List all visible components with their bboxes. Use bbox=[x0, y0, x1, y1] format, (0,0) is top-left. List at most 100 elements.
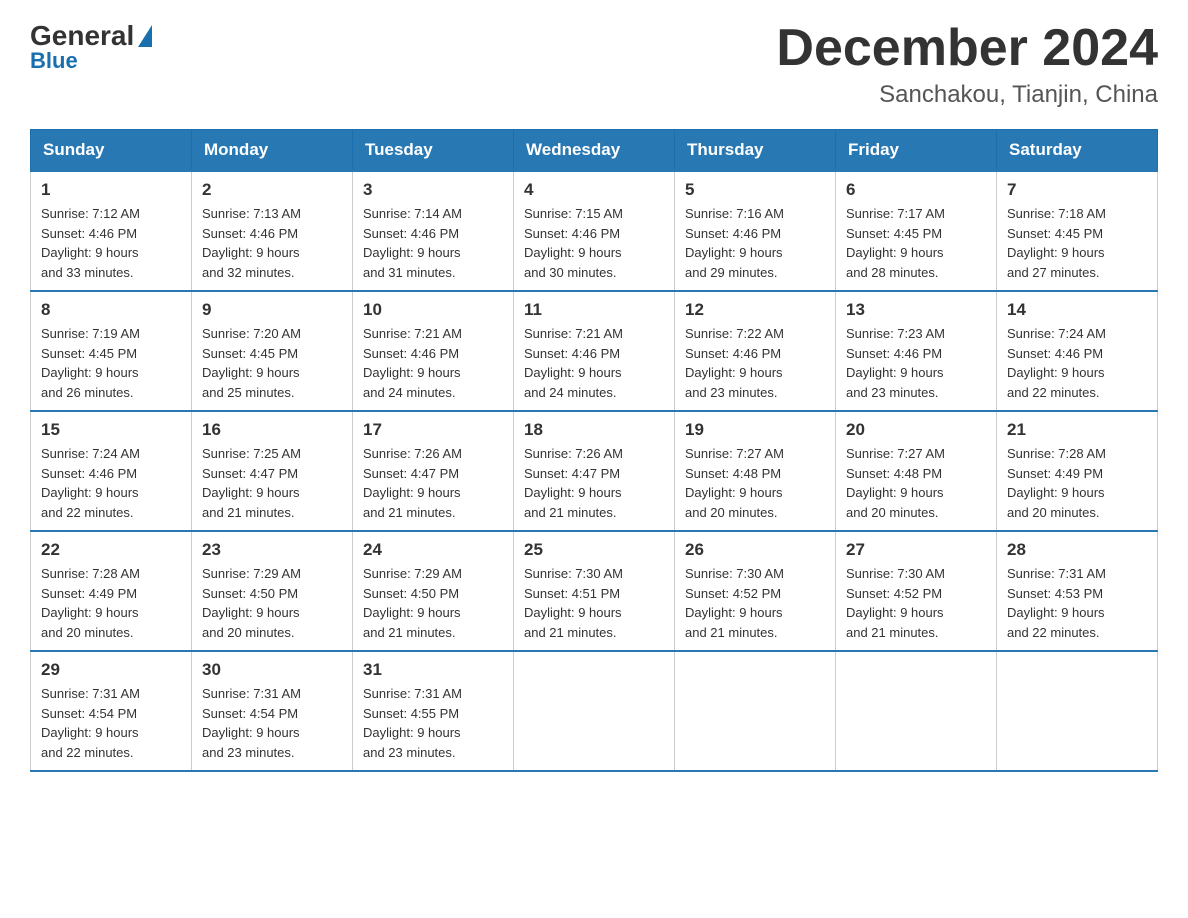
calendar-week-3: 15 Sunrise: 7:24 AM Sunset: 4:46 PM Dayl… bbox=[31, 411, 1158, 531]
calendar-cell: 11 Sunrise: 7:21 AM Sunset: 4:46 PM Dayl… bbox=[514, 291, 675, 411]
day-info: Sunrise: 7:30 AM Sunset: 4:52 PM Dayligh… bbox=[685, 564, 825, 642]
logo: General Blue bbox=[30, 20, 152, 74]
calendar-week-2: 8 Sunrise: 7:19 AM Sunset: 4:45 PM Dayli… bbox=[31, 291, 1158, 411]
calendar-cell: 7 Sunrise: 7:18 AM Sunset: 4:45 PM Dayli… bbox=[997, 171, 1158, 291]
day-info: Sunrise: 7:20 AM Sunset: 4:45 PM Dayligh… bbox=[202, 324, 342, 402]
day-info: Sunrise: 7:31 AM Sunset: 4:54 PM Dayligh… bbox=[41, 684, 181, 762]
calendar-cell: 24 Sunrise: 7:29 AM Sunset: 4:50 PM Dayl… bbox=[353, 531, 514, 651]
day-number: 29 bbox=[41, 660, 181, 680]
day-number: 18 bbox=[524, 420, 664, 440]
day-number: 28 bbox=[1007, 540, 1147, 560]
calendar-cell: 26 Sunrise: 7:30 AM Sunset: 4:52 PM Dayl… bbox=[675, 531, 836, 651]
calendar-cell: 3 Sunrise: 7:14 AM Sunset: 4:46 PM Dayli… bbox=[353, 171, 514, 291]
day-number: 20 bbox=[846, 420, 986, 440]
day-info: Sunrise: 7:14 AM Sunset: 4:46 PM Dayligh… bbox=[363, 204, 503, 282]
day-info: Sunrise: 7:19 AM Sunset: 4:45 PM Dayligh… bbox=[41, 324, 181, 402]
day-info: Sunrise: 7:30 AM Sunset: 4:51 PM Dayligh… bbox=[524, 564, 664, 642]
calendar-cell: 31 Sunrise: 7:31 AM Sunset: 4:55 PM Dayl… bbox=[353, 651, 514, 771]
day-info: Sunrise: 7:13 AM Sunset: 4:46 PM Dayligh… bbox=[202, 204, 342, 282]
header-wednesday: Wednesday bbox=[514, 130, 675, 172]
day-number: 21 bbox=[1007, 420, 1147, 440]
day-number: 9 bbox=[202, 300, 342, 320]
calendar-cell: 22 Sunrise: 7:28 AM Sunset: 4:49 PM Dayl… bbox=[31, 531, 192, 651]
day-info: Sunrise: 7:30 AM Sunset: 4:52 PM Dayligh… bbox=[846, 564, 986, 642]
day-number: 7 bbox=[1007, 180, 1147, 200]
header-saturday: Saturday bbox=[997, 130, 1158, 172]
calendar-table: Sunday Monday Tuesday Wednesday Thursday… bbox=[30, 129, 1158, 772]
calendar-cell bbox=[675, 651, 836, 771]
day-info: Sunrise: 7:23 AM Sunset: 4:46 PM Dayligh… bbox=[846, 324, 986, 402]
day-number: 24 bbox=[363, 540, 503, 560]
header-tuesday: Tuesday bbox=[353, 130, 514, 172]
day-number: 31 bbox=[363, 660, 503, 680]
calendar-cell: 30 Sunrise: 7:31 AM Sunset: 4:54 PM Dayl… bbox=[192, 651, 353, 771]
calendar-cell: 17 Sunrise: 7:26 AM Sunset: 4:47 PM Dayl… bbox=[353, 411, 514, 531]
header-sunday: Sunday bbox=[31, 130, 192, 172]
day-number: 15 bbox=[41, 420, 181, 440]
calendar-week-4: 22 Sunrise: 7:28 AM Sunset: 4:49 PM Dayl… bbox=[31, 531, 1158, 651]
calendar-cell: 8 Sunrise: 7:19 AM Sunset: 4:45 PM Dayli… bbox=[31, 291, 192, 411]
day-number: 6 bbox=[846, 180, 986, 200]
day-number: 25 bbox=[524, 540, 664, 560]
day-number: 30 bbox=[202, 660, 342, 680]
day-info: Sunrise: 7:31 AM Sunset: 4:53 PM Dayligh… bbox=[1007, 564, 1147, 642]
day-number: 2 bbox=[202, 180, 342, 200]
day-info: Sunrise: 7:24 AM Sunset: 4:46 PM Dayligh… bbox=[41, 444, 181, 522]
day-info: Sunrise: 7:18 AM Sunset: 4:45 PM Dayligh… bbox=[1007, 204, 1147, 282]
header-monday: Monday bbox=[192, 130, 353, 172]
day-number: 5 bbox=[685, 180, 825, 200]
day-info: Sunrise: 7:27 AM Sunset: 4:48 PM Dayligh… bbox=[846, 444, 986, 522]
calendar-header-row: Sunday Monday Tuesday Wednesday Thursday… bbox=[31, 130, 1158, 172]
title-section: December 2024 Sanchakou, Tianjin, China bbox=[776, 20, 1158, 109]
day-info: Sunrise: 7:15 AM Sunset: 4:46 PM Dayligh… bbox=[524, 204, 664, 282]
day-info: Sunrise: 7:29 AM Sunset: 4:50 PM Dayligh… bbox=[202, 564, 342, 642]
header-friday: Friday bbox=[836, 130, 997, 172]
calendar-week-5: 29 Sunrise: 7:31 AM Sunset: 4:54 PM Dayl… bbox=[31, 651, 1158, 771]
day-number: 17 bbox=[363, 420, 503, 440]
month-title: December 2024 bbox=[776, 20, 1158, 77]
calendar-cell: 2 Sunrise: 7:13 AM Sunset: 4:46 PM Dayli… bbox=[192, 171, 353, 291]
day-info: Sunrise: 7:12 AM Sunset: 4:46 PM Dayligh… bbox=[41, 204, 181, 282]
day-info: Sunrise: 7:28 AM Sunset: 4:49 PM Dayligh… bbox=[41, 564, 181, 642]
calendar-cell: 10 Sunrise: 7:21 AM Sunset: 4:46 PM Dayl… bbox=[353, 291, 514, 411]
day-info: Sunrise: 7:31 AM Sunset: 4:54 PM Dayligh… bbox=[202, 684, 342, 762]
day-info: Sunrise: 7:22 AM Sunset: 4:46 PM Dayligh… bbox=[685, 324, 825, 402]
day-info: Sunrise: 7:27 AM Sunset: 4:48 PM Dayligh… bbox=[685, 444, 825, 522]
calendar-cell: 21 Sunrise: 7:28 AM Sunset: 4:49 PM Dayl… bbox=[997, 411, 1158, 531]
day-info: Sunrise: 7:26 AM Sunset: 4:47 PM Dayligh… bbox=[524, 444, 664, 522]
day-number: 12 bbox=[685, 300, 825, 320]
calendar-cell: 13 Sunrise: 7:23 AM Sunset: 4:46 PM Dayl… bbox=[836, 291, 997, 411]
calendar-cell: 9 Sunrise: 7:20 AM Sunset: 4:45 PM Dayli… bbox=[192, 291, 353, 411]
day-number: 14 bbox=[1007, 300, 1147, 320]
calendar-cell: 20 Sunrise: 7:27 AM Sunset: 4:48 PM Dayl… bbox=[836, 411, 997, 531]
header-thursday: Thursday bbox=[675, 130, 836, 172]
calendar-cell: 12 Sunrise: 7:22 AM Sunset: 4:46 PM Dayl… bbox=[675, 291, 836, 411]
calendar-cell: 4 Sunrise: 7:15 AM Sunset: 4:46 PM Dayli… bbox=[514, 171, 675, 291]
calendar-cell: 29 Sunrise: 7:31 AM Sunset: 4:54 PM Dayl… bbox=[31, 651, 192, 771]
location-title: Sanchakou, Tianjin, China bbox=[776, 81, 1158, 109]
calendar-cell: 25 Sunrise: 7:30 AM Sunset: 4:51 PM Dayl… bbox=[514, 531, 675, 651]
day-number: 11 bbox=[524, 300, 664, 320]
calendar-cell: 27 Sunrise: 7:30 AM Sunset: 4:52 PM Dayl… bbox=[836, 531, 997, 651]
day-number: 13 bbox=[846, 300, 986, 320]
day-info: Sunrise: 7:26 AM Sunset: 4:47 PM Dayligh… bbox=[363, 444, 503, 522]
calendar-cell: 5 Sunrise: 7:16 AM Sunset: 4:46 PM Dayli… bbox=[675, 171, 836, 291]
day-number: 23 bbox=[202, 540, 342, 560]
calendar-cell: 18 Sunrise: 7:26 AM Sunset: 4:47 PM Dayl… bbox=[514, 411, 675, 531]
day-number: 16 bbox=[202, 420, 342, 440]
calendar-cell bbox=[514, 651, 675, 771]
calendar-cell bbox=[836, 651, 997, 771]
page-header: General Blue December 2024 Sanchakou, Ti… bbox=[30, 20, 1158, 109]
calendar-cell: 1 Sunrise: 7:12 AM Sunset: 4:46 PM Dayli… bbox=[31, 171, 192, 291]
calendar-cell: 19 Sunrise: 7:27 AM Sunset: 4:48 PM Dayl… bbox=[675, 411, 836, 531]
calendar-cell: 15 Sunrise: 7:24 AM Sunset: 4:46 PM Dayl… bbox=[31, 411, 192, 531]
day-number: 4 bbox=[524, 180, 664, 200]
day-info: Sunrise: 7:17 AM Sunset: 4:45 PM Dayligh… bbox=[846, 204, 986, 282]
day-number: 1 bbox=[41, 180, 181, 200]
day-number: 26 bbox=[685, 540, 825, 560]
day-info: Sunrise: 7:16 AM Sunset: 4:46 PM Dayligh… bbox=[685, 204, 825, 282]
day-number: 3 bbox=[363, 180, 503, 200]
day-number: 27 bbox=[846, 540, 986, 560]
calendar-cell: 16 Sunrise: 7:25 AM Sunset: 4:47 PM Dayl… bbox=[192, 411, 353, 531]
day-info: Sunrise: 7:21 AM Sunset: 4:46 PM Dayligh… bbox=[524, 324, 664, 402]
